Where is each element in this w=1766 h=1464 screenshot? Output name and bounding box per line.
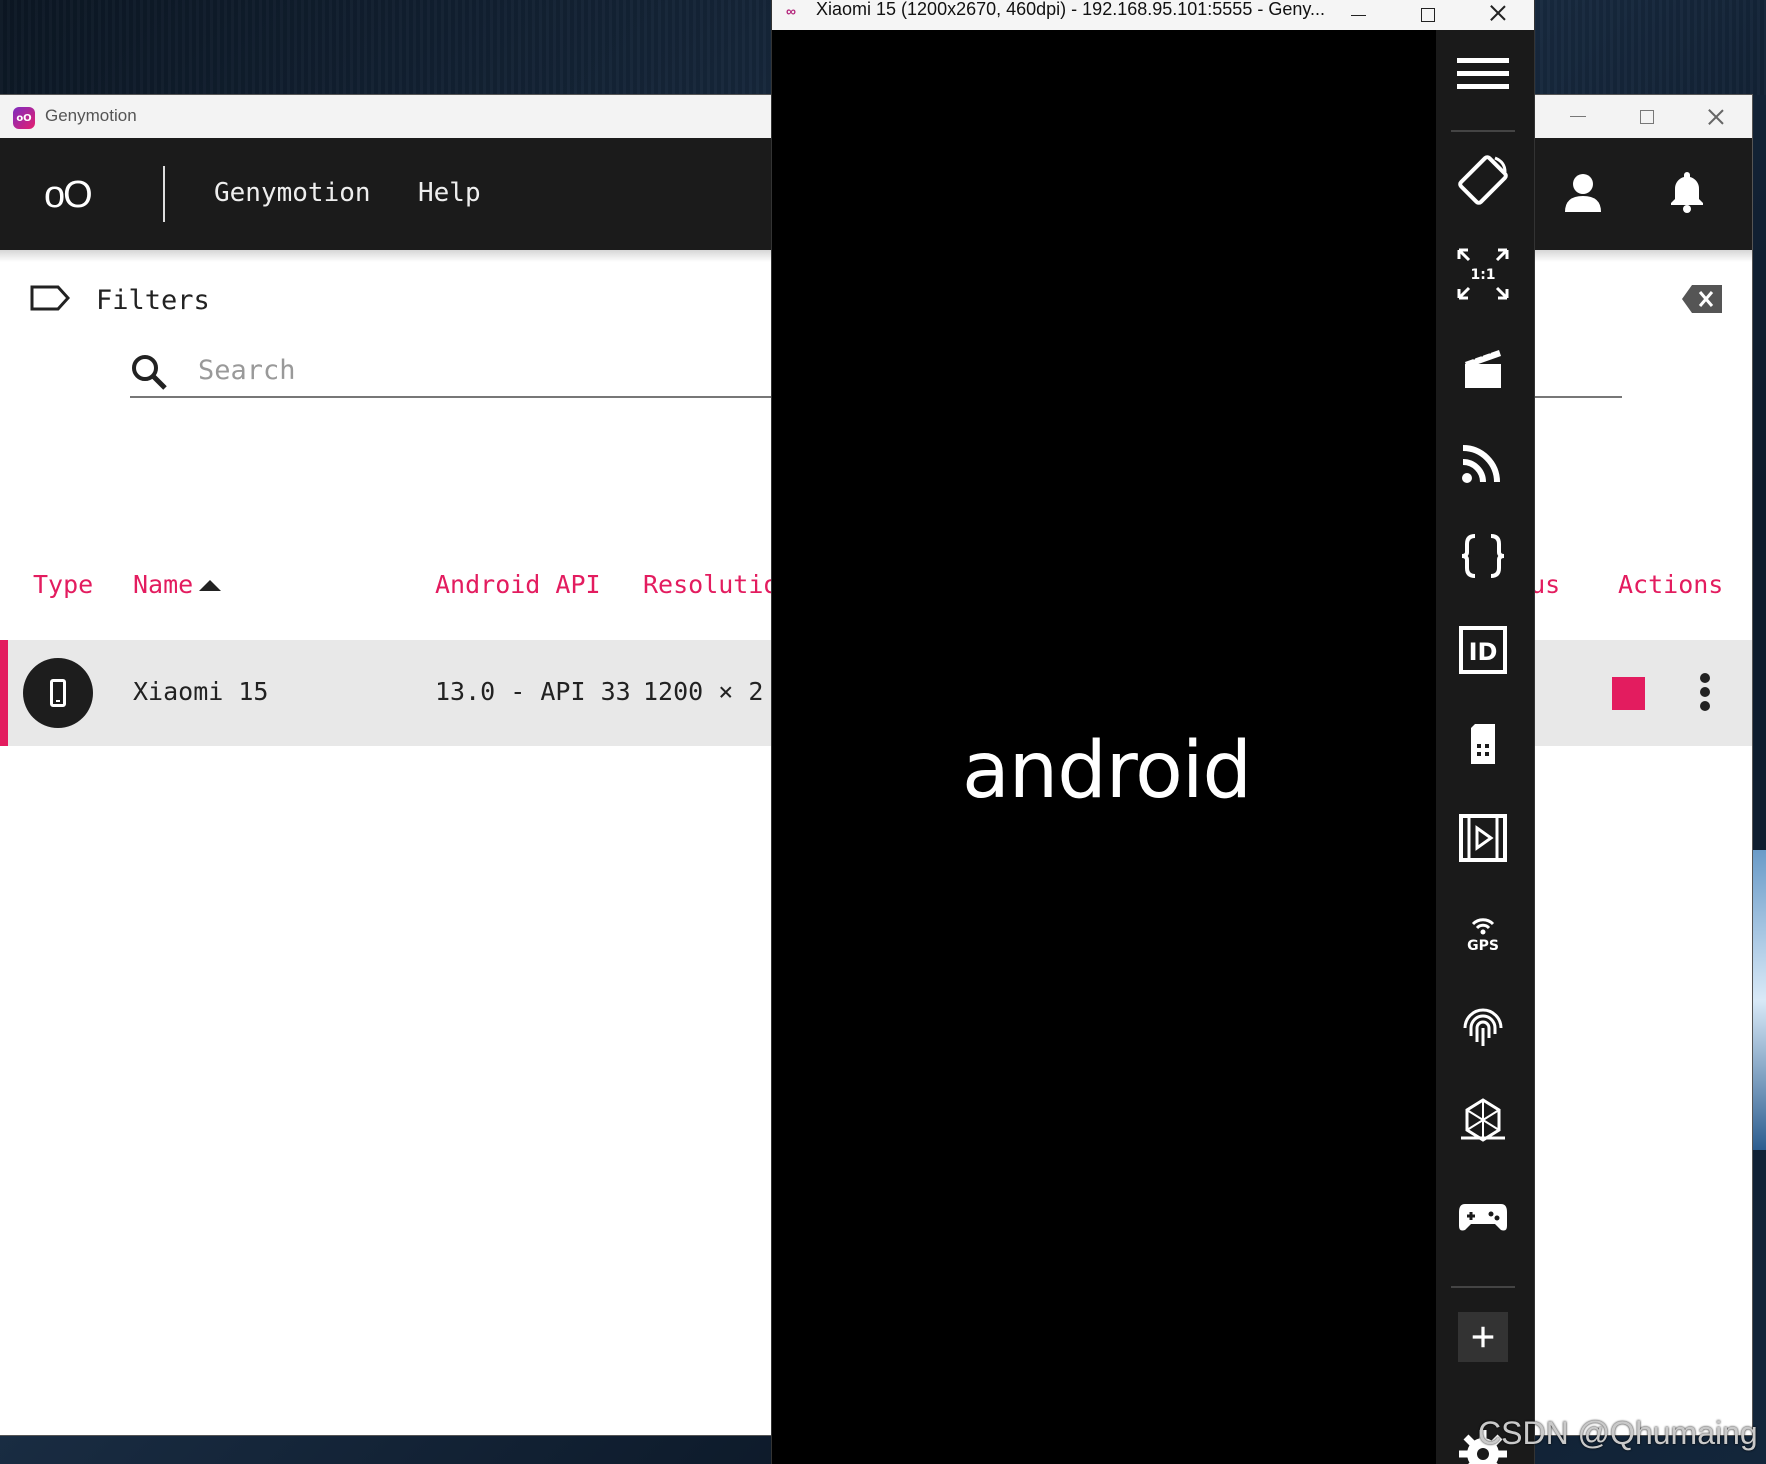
android-boot-logo: android bbox=[962, 726, 1252, 816]
device-title-bar: ∞ Xiaomi 15 (1200x2670, 460dpi) - 192.16… bbox=[772, 0, 1534, 30]
toolbar-divider bbox=[1451, 1286, 1515, 1288]
maximize-button[interactable] bbox=[1613, 95, 1681, 138]
column-header-resolution[interactable]: Resolutio bbox=[643, 570, 778, 599]
device-close-button[interactable] bbox=[1466, 0, 1530, 30]
selected-row-indicator bbox=[0, 640, 8, 746]
tag-icon[interactable] bbox=[30, 285, 70, 311]
notifications-icon[interactable] bbox=[1664, 168, 1710, 214]
genymotion-app-icon: oO bbox=[13, 107, 35, 129]
gamepad-icon[interactable] bbox=[1451, 1182, 1515, 1246]
search-icon bbox=[132, 355, 167, 390]
account-icon[interactable] bbox=[1560, 170, 1606, 216]
plus-icon bbox=[1472, 1326, 1494, 1348]
device-window-title: Xiaomi 15 (1200x2670, 460dpi) - 192.168.… bbox=[816, 0, 1326, 19]
device-id-label: ID bbox=[1469, 638, 1498, 666]
gps-icon[interactable]: GPS bbox=[1451, 900, 1515, 964]
phone-icon bbox=[23, 658, 93, 728]
device-android-api: 13.0 - API 33 bbox=[435, 677, 631, 706]
device-resolution: 1200 × 2 bbox=[643, 677, 764, 706]
add-widget-button[interactable] bbox=[1458, 1312, 1508, 1362]
android-screen[interactable]: android bbox=[772, 30, 1436, 1464]
menu-help[interactable]: Help bbox=[418, 178, 481, 208]
column-header-android-api[interactable]: Android API bbox=[435, 570, 601, 599]
menu-icon[interactable] bbox=[1451, 42, 1515, 106]
gps-label: GPS bbox=[1467, 938, 1499, 954]
motion-sensor-icon[interactable] bbox=[1451, 1088, 1515, 1152]
pixel-perfect-label: 1:1 bbox=[1470, 267, 1495, 283]
json-icon[interactable] bbox=[1451, 524, 1515, 588]
device-maximize-button[interactable] bbox=[1396, 0, 1460, 30]
device-minimize-button[interactable] bbox=[1326, 0, 1390, 30]
close-icon bbox=[1708, 109, 1724, 125]
rotate-icon[interactable] bbox=[1451, 148, 1515, 212]
fingerprint-icon[interactable] bbox=[1451, 994, 1515, 1058]
column-header-type[interactable]: Type bbox=[33, 570, 93, 599]
stop-device-button[interactable] bbox=[1612, 677, 1645, 710]
device-id-icon[interactable]: ID bbox=[1451, 618, 1515, 682]
pixel-perfect-icon[interactable]: 1:1 bbox=[1451, 242, 1515, 306]
device-toolbar: 1:1 ID GPS bbox=[1436, 30, 1534, 1464]
header-divider bbox=[163, 166, 165, 222]
sort-ascending-icon bbox=[199, 580, 221, 591]
toolbar-divider bbox=[1451, 130, 1515, 132]
close-button[interactable] bbox=[1682, 95, 1750, 138]
column-header-name[interactable]: Name bbox=[133, 570, 193, 599]
menu-genymotion[interactable]: Genymotion bbox=[214, 178, 371, 208]
close-icon bbox=[1490, 7, 1506, 23]
filters-label[interactable]: Filters bbox=[96, 285, 210, 316]
genymotion-app-icon: ∞ bbox=[786, 3, 796, 19]
window-title: Genymotion bbox=[45, 106, 137, 125]
column-header-actions: Actions bbox=[1618, 570, 1724, 599]
sim-icon[interactable] bbox=[1451, 712, 1515, 776]
more-options-icon[interactable] bbox=[1699, 673, 1711, 715]
cast-icon[interactable] bbox=[1451, 430, 1515, 494]
genymotion-logo: oO bbox=[44, 174, 93, 216]
capture-icon[interactable] bbox=[1451, 336, 1515, 400]
device-name: Xiaomi 15 bbox=[133, 677, 269, 706]
clear-filter-icon[interactable] bbox=[1682, 285, 1722, 313]
device-window: ∞ Xiaomi 15 (1200x2670, 460dpi) - 192.16… bbox=[772, 0, 1534, 1464]
media-icon[interactable] bbox=[1451, 806, 1515, 870]
minimize-button[interactable] bbox=[1544, 95, 1612, 138]
watermark: CSDN @Qhumaing bbox=[1478, 1415, 1758, 1451]
